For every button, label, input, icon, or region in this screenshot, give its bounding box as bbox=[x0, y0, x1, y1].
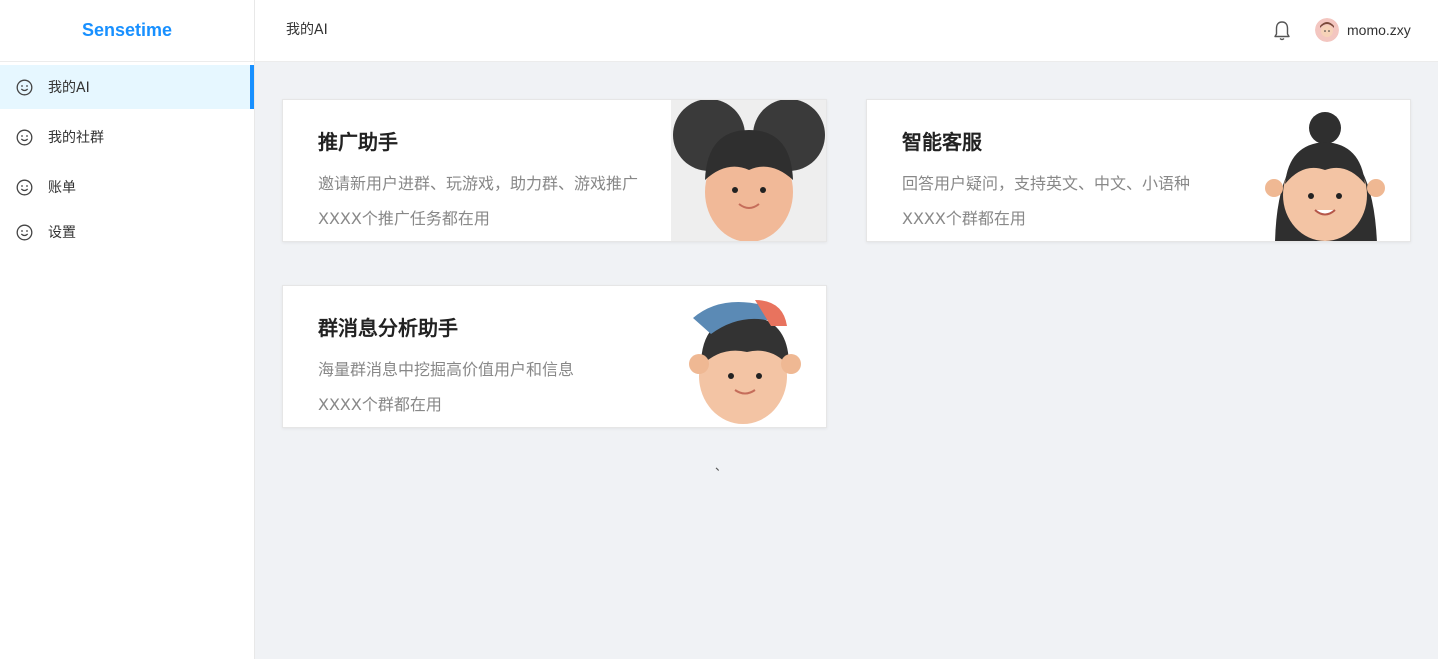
sidebar-item-label: 我的AI bbox=[48, 80, 90, 96]
username: momo.zxy bbox=[1347, 22, 1411, 38]
card-usage-stat: XXXX个群都在用 bbox=[318, 395, 442, 414]
smile-icon bbox=[16, 129, 33, 146]
sidebar-item-label: 设置 bbox=[48, 225, 76, 241]
sidebar-item-label: 账单 bbox=[48, 180, 76, 196]
card-title: 推广助手 bbox=[318, 130, 398, 154]
sidebar-menu: 我的AI 我的社群 账单 设置 bbox=[0, 62, 254, 254]
card-group-message-analysis[interactable]: 群消息分析助手 海量群消息中挖掘高价值用户和信息 XXXX个群都在用 bbox=[282, 285, 827, 428]
card-description: 回答用户疑问，支持英文、中文、小语种 bbox=[902, 174, 1191, 193]
avatar bbox=[1315, 18, 1339, 42]
card-promotion-assistant[interactable]: 推广助手 邀请新用户进群、玩游戏，助力群、游戏推广 XXXX个推广任务都在用 bbox=[282, 99, 827, 242]
card-title: 群消息分析助手 bbox=[318, 316, 458, 340]
card-usage-stat: XXXX个推广任务都在用 bbox=[318, 209, 490, 228]
sidebar-item-label: 我的社群 bbox=[48, 130, 104, 146]
brand-name: Sensetime bbox=[81, 20, 173, 40]
top-header: 我的AI momo.zxy bbox=[255, 0, 1438, 62]
bell-icon[interactable] bbox=[1272, 20, 1292, 42]
sidebar-item-settings[interactable]: 设置 bbox=[0, 210, 254, 254]
card-usage-stat: XXXX个群都在用 bbox=[902, 209, 1026, 228]
sidebar-item-my-ai[interactable]: 我的AI bbox=[0, 65, 254, 109]
smile-icon bbox=[16, 79, 33, 96]
smile-icon bbox=[16, 179, 33, 196]
sidebar-item-my-community[interactable]: 我的社群 bbox=[0, 115, 254, 159]
card-description: 邀请新用户进群、玩游戏，助力群、游戏推广 bbox=[318, 174, 639, 193]
smile-icon bbox=[16, 224, 33, 241]
stray-mark: 、 bbox=[715, 459, 728, 473]
girl-topknot-avatar-image bbox=[1255, 100, 1410, 241]
boy-cap-avatar-image bbox=[671, 286, 826, 427]
girl-buns-avatar-image bbox=[671, 100, 826, 241]
user-menu[interactable]: momo.zxy bbox=[1315, 18, 1411, 42]
card-description: 海量群消息中挖掘高价值用户和信息 bbox=[318, 360, 575, 379]
card-title: 智能客服 bbox=[902, 130, 982, 154]
sidebar-item-billing[interactable]: 账单 bbox=[0, 165, 254, 209]
card-smart-customer-service[interactable]: 智能客服 回答用户疑问，支持英文、中文、小语种 XXXX个群都在用 bbox=[866, 99, 1411, 242]
sidebar: Sensetime 我的AI 我的社群 账单 设置 bbox=[0, 0, 255, 659]
breadcrumb: 我的AI bbox=[286, 22, 328, 38]
brand-logo[interactable]: Sensetime bbox=[0, 0, 254, 62]
